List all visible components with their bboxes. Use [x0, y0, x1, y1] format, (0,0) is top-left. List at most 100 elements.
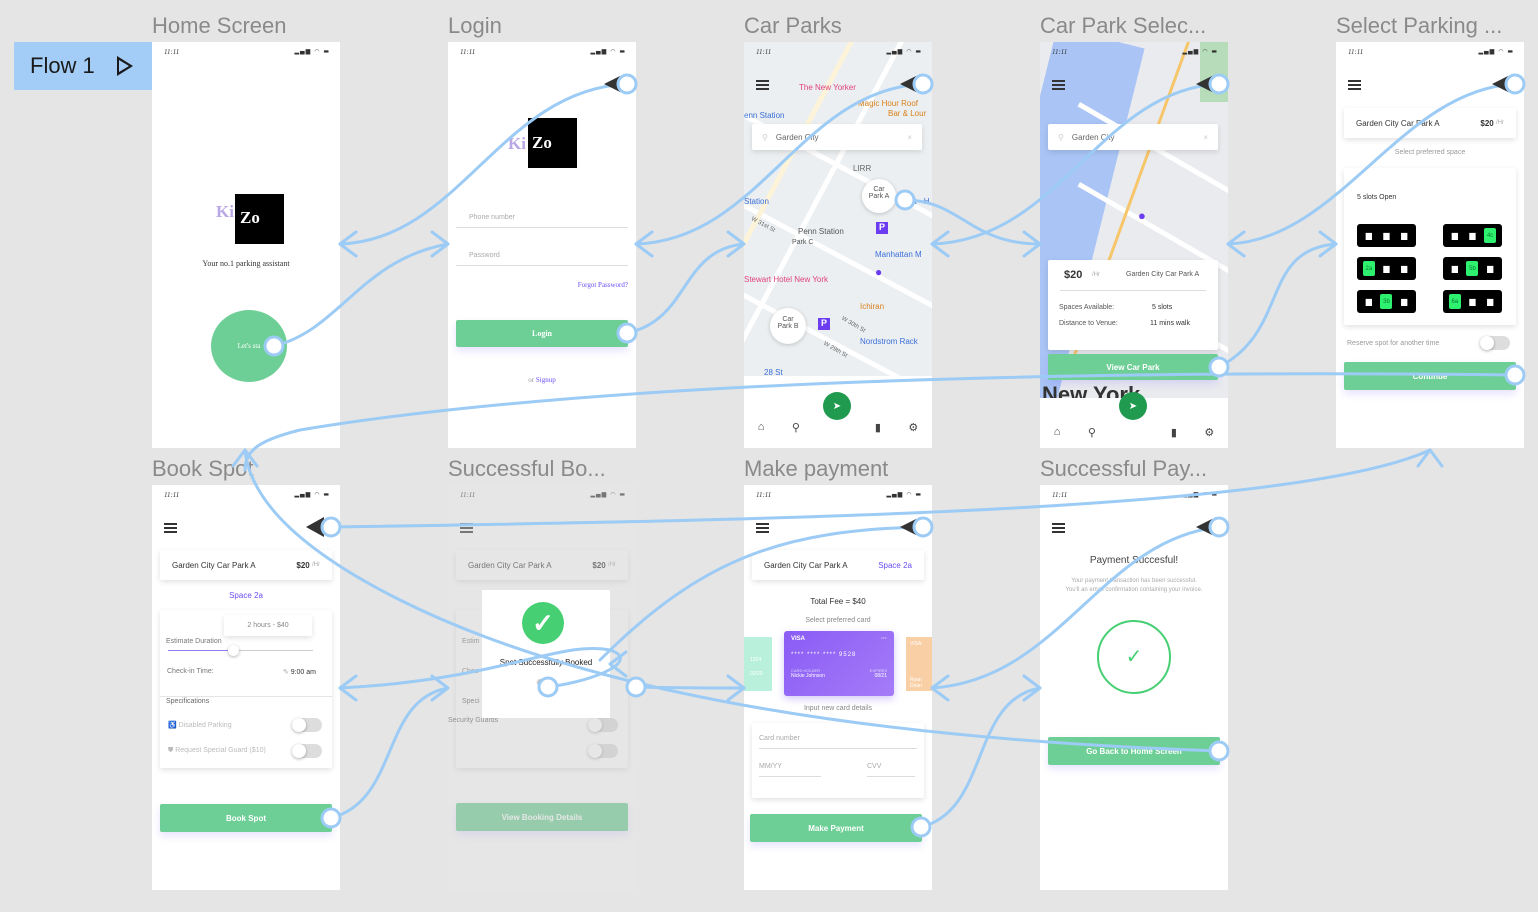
continue-button[interactable]: Continue [1344, 362, 1516, 390]
car-park-info-card[interactable]: $20 /Hr Garden City Car Park A Spaces Av… [1048, 260, 1218, 350]
disabled-parking-toggle[interactable] [292, 718, 322, 732]
close-icon[interactable]: × [907, 133, 912, 142]
view-car-park-button[interactable]: View Car Park [1048, 354, 1218, 380]
frame-login: 11:11 ▂▄▆ ◠ ▬ Ki Zo Phone number Password… [448, 42, 636, 448]
parking-icon[interactable]: P [876, 222, 888, 234]
map-label: Manhattan M [875, 250, 922, 259]
checkin-value[interactable]: ✎ 9:00 am [283, 668, 316, 676]
car-park-b-marker[interactable]: Car Park B [770, 308, 806, 344]
search-icon[interactable]: ⚲ [1088, 426, 1096, 439]
settings-icon[interactable]: ⚙ [1204, 426, 1214, 439]
price: $20 [296, 560, 310, 570]
wheelchair-icon: ♿ [168, 722, 177, 729]
home-icon[interactable]: ⌂ [758, 421, 765, 433]
cvv-input[interactable]: CVV [867, 763, 915, 777]
frame-title-booking-success[interactable]: Successful Bo... [448, 456, 636, 482]
close-icon[interactable]: × [1203, 133, 1208, 142]
navigate-button[interactable]: ➤ [1119, 392, 1147, 420]
open-slot[interactable]: 6a [1448, 294, 1461, 309]
menu-icon[interactable] [756, 523, 769, 533]
or-text: or [528, 376, 535, 384]
special-guard-toggle[interactable] [292, 744, 322, 758]
open-slot[interactable]: 3b [1380, 294, 1393, 309]
arrowhead [430, 674, 450, 702]
slots-card: 5 slots Open ▆ ▆ ▆ ▆ ▆ 4c 2a ▆ ▆ ▆ 5b ▆ ▆ 3b ▆ 6a ▆ ▆ [1344, 168, 1516, 325]
menu-icon[interactable] [1052, 80, 1065, 90]
frame-car-parks: The New Yorker Magic Hour Roof Bar & Lou… [744, 42, 932, 448]
car-park-name: Garden City Car Park A [1126, 271, 1200, 278]
settings-icon[interactable]: ⚙ [908, 421, 918, 434]
arrowhead [1318, 230, 1338, 258]
duration-slider[interactable] [228, 645, 239, 656]
frame-title-select-parking[interactable]: Select Parking ... [1336, 13, 1524, 39]
status-time: 11:11 [756, 48, 772, 56]
search-input[interactable]: Garden City [776, 133, 899, 142]
duration-label: Estimate Duration [166, 638, 222, 645]
frame-title-login[interactable]: Login [448, 13, 636, 39]
signup-row: or Signup [448, 376, 636, 384]
menu-icon[interactable] [1052, 523, 1065, 533]
home-icon[interactable]: ⌂ [1054, 426, 1061, 438]
frame-title-home[interactable]: Home Screen [152, 13, 340, 39]
search-input[interactable]: Garden City [1072, 133, 1195, 142]
bookmark-icon[interactable]: ▮ [1171, 426, 1177, 439]
lets-start-button[interactable]: Let's sta [211, 310, 287, 382]
car-park-a-marker[interactable]: Car Park A [862, 179, 896, 213]
navigate-button[interactable]: ➤ [823, 392, 851, 420]
frame-title-car-park-select[interactable]: Car Park Selec... [1040, 13, 1228, 39]
open-slot[interactable]: 5b [1466, 261, 1479, 276]
card-left[interactable]: 1324 02/20 [744, 637, 772, 691]
password-input[interactable]: Password [456, 252, 628, 266]
car-park-header: Garden City Car Park A $20 /Hr [1344, 108, 1516, 138]
car-icon: ▆ [1365, 297, 1372, 306]
open-slot[interactable]: 2a [1362, 261, 1375, 276]
status-time: 11:11 [460, 48, 476, 56]
more-icon[interactable]: ··· [881, 636, 887, 642]
spaces-label: Spaces Available: [1059, 304, 1115, 311]
login-button[interactable]: Login [456, 320, 628, 347]
parking-slot-group: ▆ ▆ 4c [1443, 224, 1502, 247]
frame-title-make-payment[interactable]: Make payment [744, 456, 932, 482]
open-slot[interactable]: 4c [1484, 228, 1497, 243]
go-home-button[interactable]: Go Back to Home Screen [1048, 737, 1220, 765]
selected-card[interactable]: VISA ··· **** **** **** 9528 CARD HOLDER E… [784, 631, 894, 696]
expiry-input[interactable]: MM/YY [759, 763, 821, 777]
select-card-label: Select preferred card [805, 617, 871, 624]
arrowhead [930, 674, 950, 702]
checkin-label: Check-in Time: [167, 668, 214, 675]
card-number-input[interactable]: Card number [759, 735, 917, 749]
bookmark-icon[interactable]: ▮ [875, 421, 881, 434]
menu-icon[interactable] [164, 523, 177, 533]
search-icon[interactable]: ⚲ [792, 421, 800, 434]
play-icon[interactable] [116, 56, 133, 76]
menu-icon[interactable] [1348, 80, 1361, 90]
frame-title-book-spot[interactable]: Book Spot [152, 456, 340, 482]
signup-link[interactable]: Signup [536, 376, 556, 384]
phone-number-input[interactable]: Phone number [456, 214, 628, 228]
reserve-toggle[interactable] [1480, 336, 1510, 350]
status-icons: ▂▄▆ ◠ ▬ [294, 491, 330, 498]
menu-icon[interactable] [756, 80, 769, 90]
payment-success-body: Your payment transaction has been succes… [1065, 578, 1203, 593]
flow-starting-point[interactable]: Flow 1 [14, 42, 152, 90]
map-label: Station [744, 197, 769, 206]
make-payment-button[interactable]: Make Payment [750, 814, 922, 842]
card-right[interactable]: VISA Ryan Dean [906, 637, 932, 691]
frame-title-payment-success[interactable]: Successful Pay... [1040, 456, 1228, 482]
spaces-value: 5 slots [1152, 304, 1173, 311]
parking-icon[interactable]: P [818, 318, 830, 330]
frame-select-parking: 11:11 ▂▄▆ ◠ ▬ Garden City Car Park A $20 /… [1336, 42, 1524, 448]
frame-title-car-parks[interactable]: Car Parks [744, 13, 932, 39]
search-bar[interactable]: ⚲ Garden City × [1048, 124, 1218, 150]
success-modal: ✓ Spot Successfully Booked ✺ [482, 590, 610, 718]
book-spot-button[interactable]: Book Spot [160, 804, 332, 832]
map[interactable]: The New Yorker Magic Hour Roof Bar & Lou… [744, 42, 932, 376]
forgot-password-link[interactable]: Forgot Password? [578, 281, 628, 289]
payment-success-heading: Payment Succesful! [1089, 555, 1179, 566]
card-brand: VISA [791, 636, 806, 642]
car-park-name: Garden City Car Park A [172, 560, 256, 570]
booking-card: 2 hours - $40 Estimate Duration Check-in… [160, 610, 332, 768]
search-bar[interactable]: ⚲ Garden City × [752, 124, 922, 150]
distance-label: Distance to Venue: [1059, 320, 1118, 327]
new-card-form: Card number MM/YY CVV [752, 723, 924, 798]
